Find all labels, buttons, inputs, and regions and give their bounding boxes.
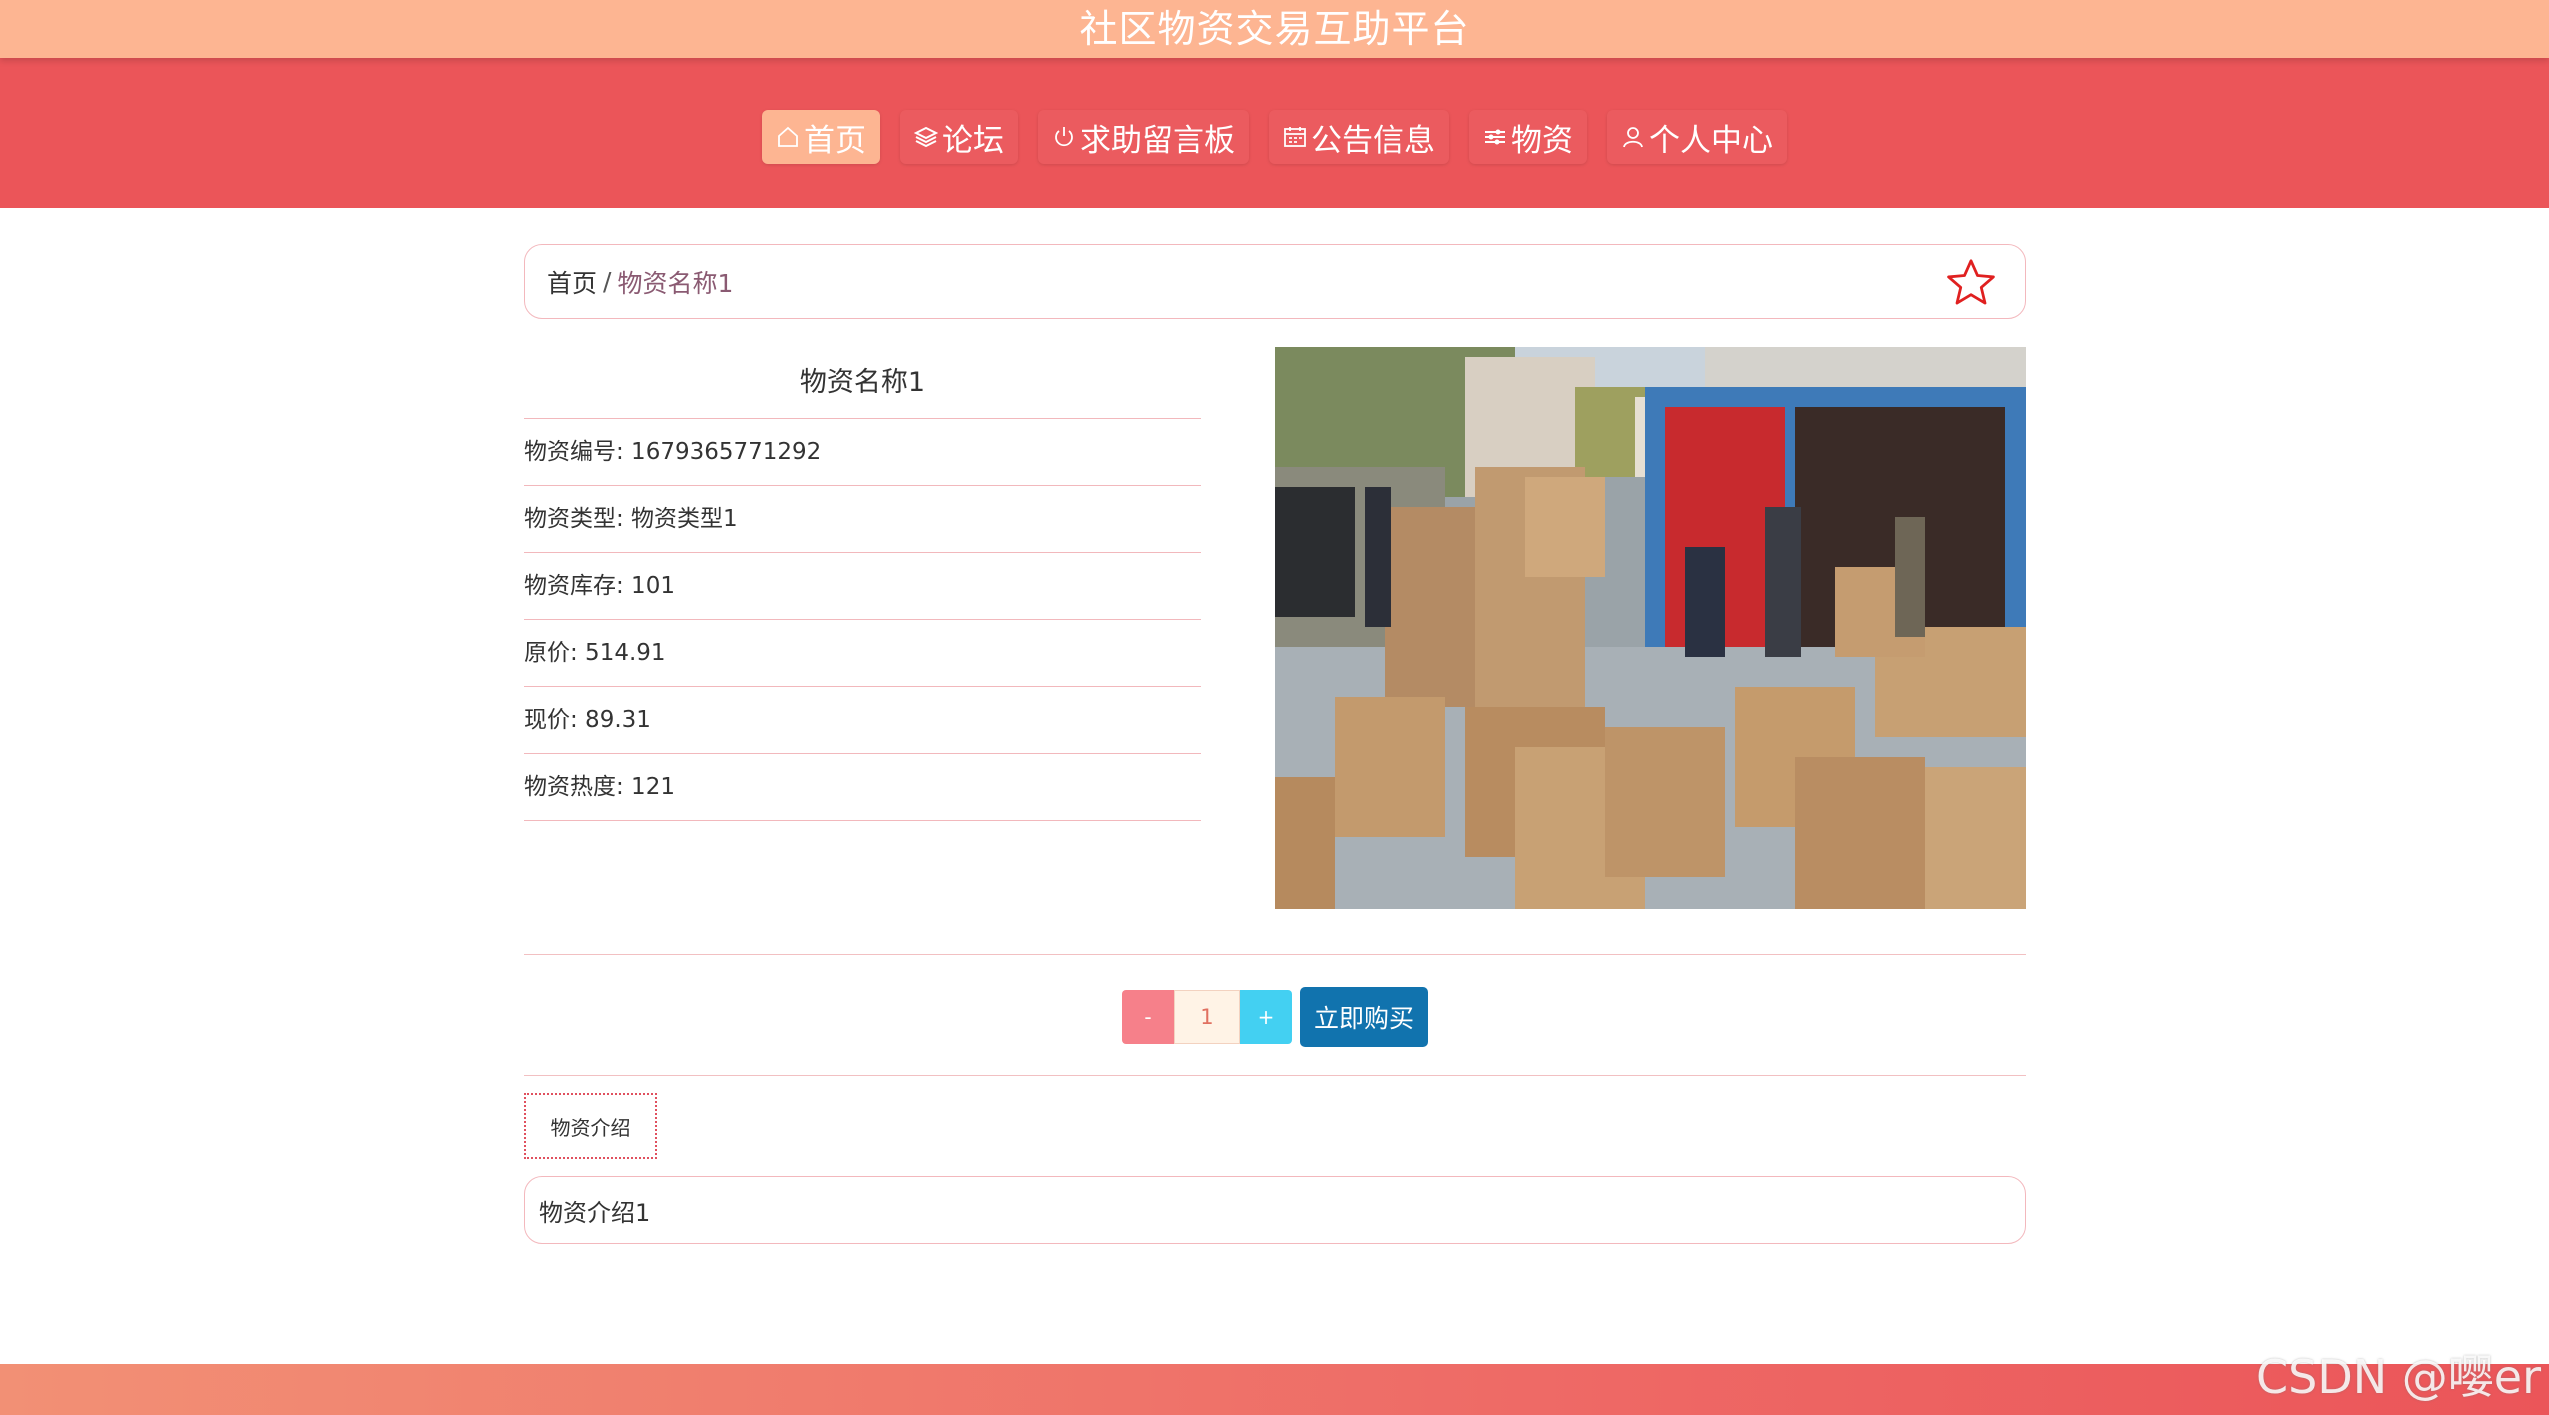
section-divider xyxy=(524,954,2026,955)
section-divider xyxy=(524,1075,2026,1076)
product-field-code: 物资编号: 1679365771292 xyxy=(524,419,1201,486)
product-field-popularity: 物资热度: 121 xyxy=(524,754,1201,821)
product-name: 物资名称1 xyxy=(524,347,1201,419)
breadcrumb-home-link[interactable]: 首页 xyxy=(547,264,597,300)
product-image xyxy=(1275,347,2026,909)
breadcrumb: 首页 / 物资名称1 xyxy=(524,244,2026,319)
site-title: 社区物资交易互助平台 xyxy=(1079,7,1470,51)
top-title-bar: 社区物资交易互助平台 xyxy=(0,0,2549,58)
nav-item-help-board[interactable]: 求助留言板 xyxy=(1038,110,1249,164)
nav-item-label: 公告信息 xyxy=(1311,122,1435,159)
nav-item-forum[interactable]: 论坛 xyxy=(900,110,1018,164)
watermark: CSDN @嘤er xyxy=(2256,1350,2541,1404)
home-icon xyxy=(778,126,798,147)
quantity-increase-button[interactable]: + xyxy=(1239,990,1292,1044)
star-outline-icon[interactable] xyxy=(1943,255,1999,311)
footer-bar xyxy=(0,1364,2549,1415)
product-field-type: 物资类型: 物资类型1 xyxy=(524,486,1201,553)
product-intro-content: 物资介绍1 xyxy=(524,1176,2026,1244)
quantity-decrease-button[interactable]: - xyxy=(1121,990,1174,1044)
user-icon xyxy=(1623,127,1643,148)
nav-item-home[interactable]: 首页 xyxy=(762,110,880,164)
main-nav: 首页 论坛 求助留言板 公告信息 物资 个人中心 xyxy=(0,58,2549,208)
nav-item-label: 物资 xyxy=(1511,122,1573,159)
layers-icon xyxy=(914,126,938,148)
nav-item-label: 求助留言板 xyxy=(1080,122,1235,159)
product-field-original-price: 原价: 514.91 xyxy=(524,620,1201,687)
quantity-input[interactable] xyxy=(1173,990,1240,1044)
buy-now-button[interactable]: 立即购买 xyxy=(1299,987,1428,1047)
breadcrumb-current: 物资名称1 xyxy=(617,268,734,298)
product-detail-row: 物资名称1 物资编号: 1679365771292 物资类型: 物资类型1 物资… xyxy=(524,347,2026,909)
product-detail-main: 首页 / 物资名称1 物资名称1 物资编号: 1679365771292 物资类… xyxy=(524,244,2026,1244)
nav-item-label: 个人中心 xyxy=(1649,122,1773,159)
tab-product-intro[interactable]: 物资介绍 xyxy=(524,1093,657,1159)
nav-item-label: 论坛 xyxy=(942,122,1004,159)
nav-item-label: 首页 xyxy=(804,122,866,159)
nav-item-supplies[interactable]: 物资 xyxy=(1469,110,1587,164)
breadcrumb-separator: / xyxy=(603,267,612,296)
sliders-icon xyxy=(1485,129,1505,145)
product-info: 物资名称1 物资编号: 1679365771292 物资类型: 物资类型1 物资… xyxy=(524,347,1201,821)
calendar-icon xyxy=(1284,127,1306,147)
nav-item-announcements[interactable]: 公告信息 xyxy=(1269,110,1449,164)
product-field-current-price: 现价: 89.31 xyxy=(524,687,1201,754)
purchase-controls: - + 立即购买 xyxy=(524,987,2026,1047)
power-icon xyxy=(1055,127,1073,147)
product-field-stock: 物资库存: 101 xyxy=(524,553,1201,620)
nav-item-personal-center[interactable]: 个人中心 xyxy=(1607,110,1787,164)
